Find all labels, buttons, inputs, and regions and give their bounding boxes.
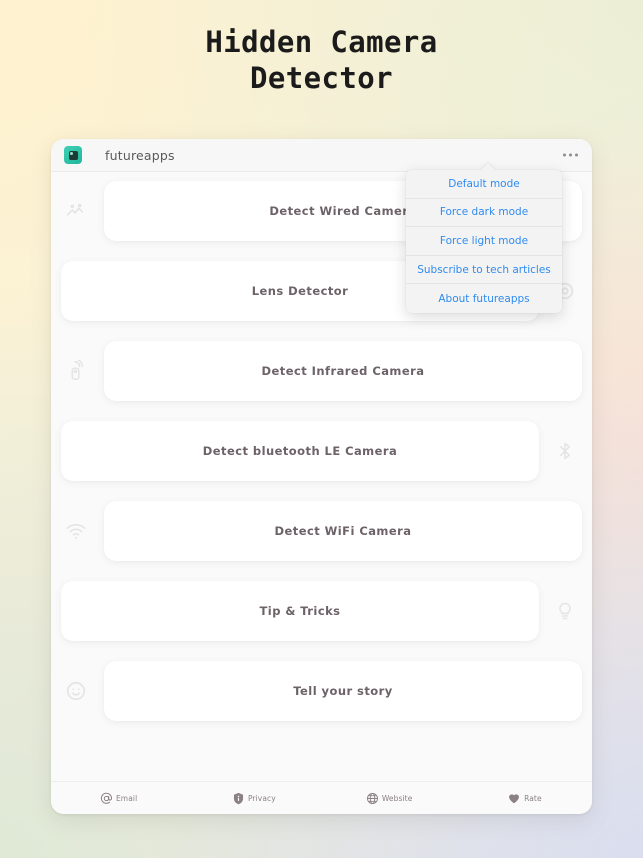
list-item: Detect bluetooth LE Camera: [51, 421, 592, 481]
list-item: Detect WiFi Camera: [51, 501, 592, 561]
menu-item-force-dark-mode[interactable]: Force dark mode: [406, 199, 562, 228]
dot-1: [563, 153, 566, 157]
page-title-line-2: Detector: [250, 61, 393, 95]
card-label: Tell your story: [293, 684, 393, 698]
bottom-item-label: Email: [115, 793, 138, 803]
card-detect-bluetooth-le-camera[interactable]: Detect bluetooth LE Camera: [61, 421, 539, 481]
bottom-item-label: Privacy: [247, 793, 276, 803]
globe-icon: [366, 792, 379, 805]
wifi-icon: [61, 516, 91, 546]
card-label: Tip & Tricks: [259, 604, 341, 618]
heart-icon: [507, 791, 521, 805]
overflow-menu: Default mode Force dark mode Force light…: [406, 170, 562, 313]
dot-3: [575, 153, 578, 157]
bottom-item-label: Website: [381, 793, 413, 803]
menu-item-default-mode[interactable]: Default mode: [406, 170, 562, 199]
camera-lens-icon: [64, 146, 82, 164]
bottom-item-website[interactable]: Website: [322, 792, 457, 805]
app-window: futureapps Detect Wired Camera Lens Dete…: [51, 139, 592, 814]
page-title: Hidden Camera Detector: [0, 24, 643, 96]
smiley-face-icon: [61, 676, 91, 706]
at-sign-icon: [100, 792, 113, 805]
card-detect-wifi-camera[interactable]: Detect WiFi Camera: [104, 501, 582, 561]
app-bar: futureapps: [51, 139, 592, 172]
card-tell-your-story[interactable]: Tell your story: [104, 661, 582, 721]
list-item: Detect Infrared Camera: [51, 341, 592, 401]
list-item: Tip & Tricks: [51, 581, 592, 641]
bluetooth-icon: [550, 436, 580, 466]
popup-menu-caret: [480, 163, 496, 171]
card-label: Detect Infrared Camera: [261, 364, 425, 378]
camera-lens-glyph: [68, 150, 78, 160]
bottom-item-email[interactable]: Email: [51, 792, 186, 805]
menu-item-force-light-mode[interactable]: Force light mode: [406, 227, 562, 256]
remote-ir-icon: [61, 356, 91, 386]
menu-item-subscribe-tech-articles[interactable]: Subscribe to tech articles: [406, 256, 562, 285]
lightbulb-icon: [550, 596, 580, 626]
card-label: Detect bluetooth LE Camera: [202, 444, 398, 458]
bottom-item-rate[interactable]: Rate: [457, 791, 592, 805]
list-item: Tell your story: [51, 661, 592, 721]
menu-item-about-futureapps[interactable]: About futureapps: [406, 284, 562, 313]
wired-signal-icon: [61, 196, 91, 226]
shield-info-icon: [232, 792, 245, 805]
card-label: Detect Wired Camera: [269, 204, 417, 218]
app-name-label: futureapps: [105, 147, 175, 163]
dot-2: [569, 153, 572, 157]
card-label: Lens Detector: [251, 284, 349, 298]
bottom-toolbar: Email Privacy Website Rate: [51, 781, 592, 814]
page-title-line-1: Hidden Camera: [205, 25, 438, 59]
more-options-icon[interactable]: [559, 148, 582, 163]
card-label: Detect WiFi Camera: [274, 524, 412, 538]
bottom-item-privacy[interactable]: Privacy: [186, 792, 321, 805]
card-tip-and-tricks[interactable]: Tip & Tricks: [61, 581, 539, 641]
card-detect-infrared-camera[interactable]: Detect Infrared Camera: [104, 341, 582, 401]
bottom-item-label: Rate: [524, 793, 542, 803]
